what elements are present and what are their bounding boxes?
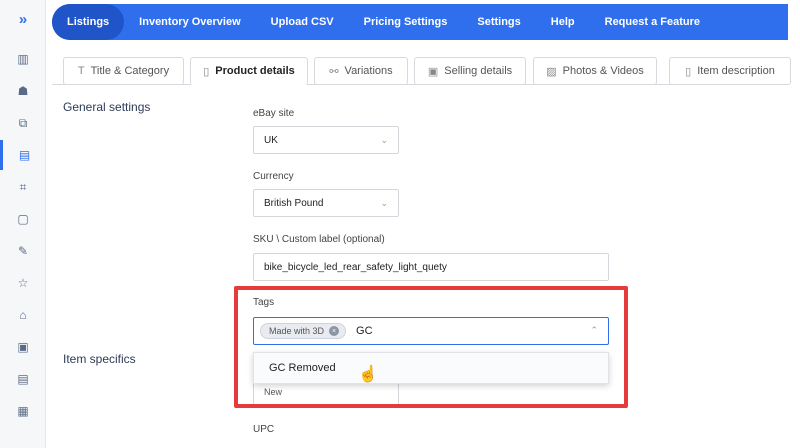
listing-icon[interactable]: ▤ (0, 140, 46, 170)
sku-value: bike_bicycle_led_rear_safety_light_quety (264, 261, 447, 273)
ebay-site-select[interactable]: UK ⌄ (253, 126, 399, 154)
layers-icon[interactable]: ⧉ (0, 108, 46, 138)
chat-icon[interactable]: ▢ (0, 204, 46, 234)
ebay-site-label: eBay site (253, 108, 295, 119)
chevron-down-icon: ⌄ (380, 135, 388, 145)
item-specifics-title: Item specifics (63, 352, 136, 366)
nav-request-feature[interactable]: Request a Feature (590, 4, 715, 40)
highlight-box (234, 286, 628, 408)
tab-label: Selling details (444, 65, 513, 77)
tab-item-description[interactable]: ▯ Item description (669, 57, 791, 85)
nav-settings[interactable]: Settings (462, 4, 535, 40)
sku-input[interactable]: bike_bicycle_led_rear_safety_light_quety (253, 253, 609, 281)
tab-product-details[interactable]: ▯ Product details (190, 57, 308, 85)
pen-icon[interactable]: ✎ (0, 236, 46, 266)
currency-select[interactable]: British Pound ⌄ (253, 189, 399, 217)
tab-label: Title & Category (90, 65, 170, 77)
variations-icon: ⚯ (329, 65, 339, 78)
photo-icon: ▨ (546, 65, 557, 78)
general-settings-title: General settings (63, 100, 151, 114)
currency-label: Currency (253, 171, 294, 182)
chevron-down-icon: ⌄ (380, 198, 388, 208)
star-icon[interactable]: ☆ (0, 268, 46, 298)
tab-selling-details[interactable]: ▣ Selling details (414, 57, 526, 85)
tab-label: Variations (344, 65, 393, 77)
title-icon: T (77, 65, 85, 77)
nav-upload-csv[interactable]: Upload CSV (256, 4, 349, 40)
clipboard-icon: ▯ (203, 65, 210, 78)
currency-value: British Pound (264, 197, 324, 209)
nav-inventory-overview[interactable]: Inventory Overview (124, 4, 256, 40)
inbox-icon[interactable]: ⌂ (0, 300, 46, 330)
top-nav: Listings Inventory Overview Upload CSV P… (52, 4, 788, 40)
tab-photos-videos[interactable]: ▨ Photos & Videos (533, 57, 657, 85)
tab-label: Item description (697, 65, 775, 77)
tab-label: Product details (215, 65, 295, 77)
chart-icon[interactable]: ▥ (0, 44, 46, 74)
tag-icon[interactable]: ⌗ (0, 172, 46, 202)
nav-help[interactable]: Help (536, 4, 590, 40)
upc-label: UPC (253, 424, 275, 435)
tab-label: Photos & Videos (562, 65, 644, 77)
tab-title-category[interactable]: T Title & Category (63, 57, 184, 85)
user-icon[interactable]: ☗ (0, 76, 46, 106)
left-rail: » ▥ ☗ ⧉ ▤ ⌗ ▢ ✎ ☆ ⌂ ▣ ▤ ▦ (0, 0, 46, 448)
description-icon: ▯ (685, 65, 692, 78)
truck-icon[interactable]: ▣ (0, 332, 46, 362)
expand-icon[interactable]: » (0, 4, 46, 34)
tab-variations[interactable]: ⚯ Variations (314, 57, 408, 85)
nav-listings[interactable]: Listings (52, 4, 125, 40)
selling-icon: ▣ (427, 65, 439, 78)
ebay-site-value: UK (264, 134, 278, 146)
nav-pricing-settings[interactable]: Pricing Settings (349, 4, 463, 40)
document-icon[interactable]: ▤ (0, 364, 46, 394)
store-icon[interactable]: ▦ (0, 396, 46, 426)
sku-label: SKU \ Custom label (optional) (253, 234, 385, 245)
